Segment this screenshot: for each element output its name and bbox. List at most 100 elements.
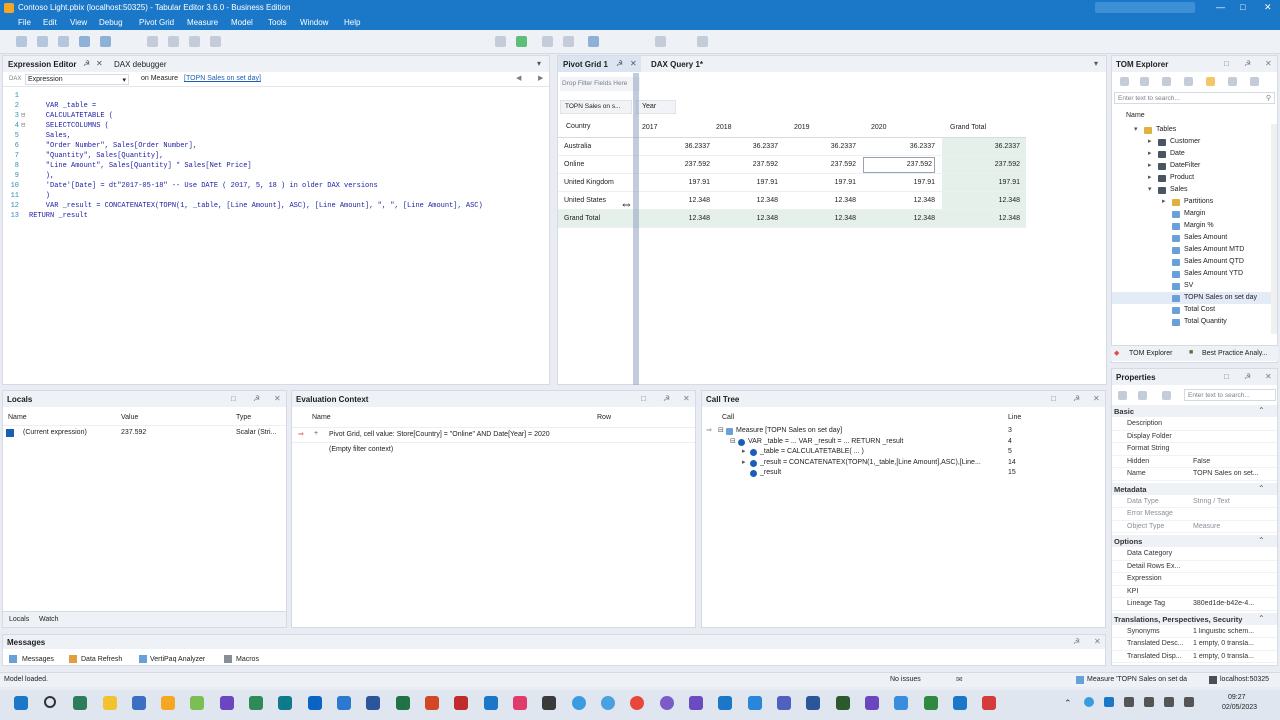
taskbar-app-icon[interactable] bbox=[249, 696, 263, 710]
pivot-row-header[interactable]: United Kingdom bbox=[564, 179, 614, 186]
tree-item[interactable]: Margin % bbox=[1112, 220, 1272, 232]
pin-icon[interactable]: ☭ bbox=[1244, 372, 1251, 381]
tree-item[interactable]: ▸ Product bbox=[1112, 172, 1272, 184]
taskbar-app-icon[interactable] bbox=[103, 696, 117, 710]
float-icon[interactable]: □ bbox=[1224, 59, 1229, 68]
menu-measure[interactable]: Measure bbox=[187, 18, 218, 27]
pivot-row-header[interactable]: Australia bbox=[564, 143, 591, 150]
category-icon[interactable] bbox=[1138, 391, 1147, 400]
run-icon[interactable] bbox=[516, 36, 527, 47]
tab-menu-icon[interactable]: ▾ bbox=[1094, 59, 1098, 68]
pivot-cell[interactable]: 12.348 bbox=[708, 197, 778, 204]
cut-icon[interactable] bbox=[189, 36, 200, 47]
pivot-cell[interactable]: 237.592 bbox=[863, 157, 935, 173]
tree-item[interactable]: SV bbox=[1112, 280, 1272, 292]
tree-item[interactable]: Total Cost bbox=[1112, 304, 1272, 316]
clock-date[interactable]: 02/05/2023 bbox=[1222, 704, 1257, 711]
property-row[interactable]: Lineage Tag 380ed1de-b42e-4... bbox=[1112, 598, 1277, 611]
float-icon[interactable]: □ bbox=[1051, 394, 1056, 403]
windows-start-icon[interactable] bbox=[14, 696, 28, 710]
tab-pivot-grid[interactable]: Pivot Grid 1 bbox=[563, 60, 608, 69]
taskbar-app-icon[interactable] bbox=[278, 696, 292, 710]
new-icon[interactable] bbox=[16, 36, 27, 47]
pivot-row-header[interactable]: Online bbox=[564, 161, 584, 168]
measure-link[interactable]: [TOPN Sales on set day] bbox=[184, 75, 261, 82]
property-section[interactable]: Basic ⌃ bbox=[1112, 405, 1277, 417]
taskbar-app-icon[interactable] bbox=[689, 696, 703, 710]
tree-item[interactable]: ▸ DateFilter bbox=[1112, 160, 1272, 172]
pivot-cell[interactable]: 197.91 bbox=[640, 179, 710, 186]
close-icon[interactable]: ✕ bbox=[96, 59, 103, 68]
pivot-cell[interactable]: 197.91 bbox=[786, 179, 856, 186]
taskbar-app-icon[interactable] bbox=[190, 696, 204, 710]
forward-icon[interactable]: ▶ bbox=[538, 74, 543, 82]
properties-search-input[interactable]: Enter text to search... bbox=[1184, 389, 1276, 401]
cloud-icon[interactable] bbox=[1084, 697, 1094, 707]
column-resize-handle[interactable] bbox=[633, 73, 639, 385]
tree-item[interactable]: ▾ Sales bbox=[1112, 184, 1272, 196]
chevron-down-icon[interactable]: ▾ bbox=[1134, 125, 1138, 133]
pivot-cell[interactable]: 36.2337 bbox=[863, 143, 935, 150]
menu-debug[interactable]: Debug bbox=[99, 18, 123, 27]
chevron-up-icon[interactable]: ⌃ bbox=[1064, 698, 1072, 709]
property-section[interactable]: Translations, Perspectives, Security ⌃ bbox=[1112, 612, 1277, 625]
chevron-right-icon[interactable]: ▸ bbox=[1148, 161, 1152, 169]
property-row[interactable]: Object Type Measure bbox=[1112, 520, 1277, 533]
menu-help[interactable]: Help bbox=[344, 18, 360, 27]
tom-tool-icon[interactable] bbox=[1140, 77, 1149, 86]
taskbar-app-icon[interactable] bbox=[308, 696, 322, 710]
minimize-icon[interactable]: — bbox=[1216, 2, 1225, 12]
taskbar-app-icon[interactable] bbox=[806, 696, 820, 710]
tom-scrollbar[interactable] bbox=[1271, 124, 1277, 334]
menu-view[interactable]: View bbox=[70, 18, 87, 27]
menu-window[interactable]: Window bbox=[300, 18, 328, 27]
close-icon[interactable]: ✕ bbox=[1265, 59, 1272, 68]
fold-icon[interactable]: ⊟ bbox=[21, 111, 25, 120]
chevron-right-icon[interactable]: ▸ bbox=[1148, 137, 1152, 145]
pivot-column-header[interactable]: 2020 bbox=[871, 124, 887, 131]
collapse-icon[interactable]: ⊟ bbox=[718, 426, 724, 434]
taskbar-app-icon[interactable] bbox=[718, 696, 732, 710]
taskbar-app-icon[interactable] bbox=[396, 696, 410, 710]
chevron-right-icon[interactable]: ▸ bbox=[742, 447, 746, 455]
pivot-cell[interactable]: 197.91 bbox=[708, 179, 778, 186]
filter-icon[interactable] bbox=[1162, 391, 1171, 400]
tree-item[interactable]: Margin bbox=[1112, 208, 1272, 220]
eval-row[interactable]: ⇒ + Pivot Grid, cell value: Store[Countr… bbox=[292, 427, 695, 441]
taskbar-app-icon[interactable] bbox=[865, 696, 879, 710]
menu-pivot-grid[interactable]: Pivot Grid bbox=[139, 18, 174, 27]
property-section[interactable]: Metadata ⌃ bbox=[1112, 482, 1277, 495]
tab-dax-debugger[interactable]: DAX debugger bbox=[114, 60, 166, 69]
float-icon[interactable]: □ bbox=[641, 394, 646, 403]
taskbar-app-icon[interactable] bbox=[161, 696, 175, 710]
tom-tool-icon[interactable] bbox=[1162, 77, 1171, 86]
issues-status[interactable]: No issues bbox=[890, 676, 921, 683]
grid-icon[interactable] bbox=[542, 36, 553, 47]
taskbar-app-icon[interactable] bbox=[777, 696, 791, 710]
chevron-down-icon[interactable]: ▾ bbox=[1148, 185, 1152, 193]
wifi-icon[interactable] bbox=[1144, 697, 1154, 707]
float-icon[interactable]: □ bbox=[1224, 372, 1229, 381]
chevron-right-icon[interactable]: ▸ bbox=[1162, 197, 1166, 205]
property-row[interactable]: KPI bbox=[1112, 585, 1277, 598]
call-tree-row[interactable]: ⇒ ⊟ Measure [TOPN Sales on set day] 3 bbox=[702, 426, 1105, 437]
chevron-up-icon[interactable]: ⌃ bbox=[1258, 614, 1265, 623]
pivot-column-header[interactable]: 2017 bbox=[642, 124, 658, 131]
pivot-cell[interactable]: 36.2337 bbox=[708, 143, 778, 150]
call-tree-row[interactable]: ▸ _result = CONCATENATEX(TOPN(1,_table,[L… bbox=[702, 458, 1105, 469]
pivot-column-header[interactable]: 2018 bbox=[716, 124, 732, 131]
tree-item[interactable]: ▸ Customer bbox=[1112, 136, 1272, 148]
pin-icon[interactable]: ☭ bbox=[1073, 637, 1080, 646]
tab-macros[interactable]: Macros bbox=[236, 656, 259, 663]
pivot-cell[interactable]: 12.348 bbox=[942, 215, 1020, 222]
close-icon[interactable]: ✕ bbox=[683, 394, 690, 403]
taskbar-app-icon[interactable] bbox=[366, 696, 380, 710]
tree-item[interactable]: ▾ Tables bbox=[1112, 124, 1272, 136]
pivot-cell[interactable]: 36.2337 bbox=[786, 143, 856, 150]
property-section[interactable]: Options ⌃ bbox=[1112, 535, 1277, 547]
tab-vertipaq[interactable]: VertiPaq Analyzer bbox=[150, 656, 205, 663]
property-row[interactable]: Translated Disp... 1 empty, 0 transla... bbox=[1112, 650, 1277, 663]
pivot-cell[interactable]: 197.91 bbox=[942, 179, 1020, 186]
menu-tools[interactable]: Tools bbox=[268, 18, 287, 27]
menu-file[interactable]: File bbox=[18, 18, 31, 27]
